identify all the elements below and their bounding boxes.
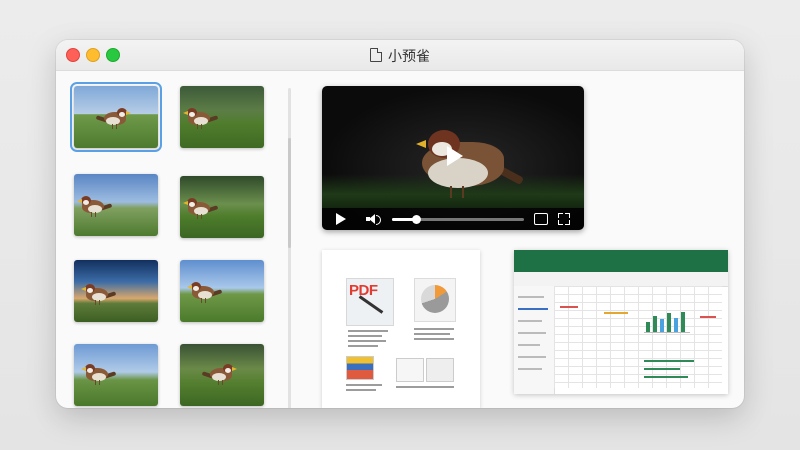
play-overlay-icon[interactable] bbox=[447, 146, 463, 166]
pdf-icon: PDF bbox=[346, 278, 394, 326]
play-icon[interactable] bbox=[336, 213, 346, 225]
preview-window: 小预雀 PDF bbox=[56, 40, 744, 408]
fullscreen-icon[interactable] bbox=[558, 213, 570, 225]
thumbnail-7[interactable] bbox=[74, 344, 158, 406]
sidebar-scrollbar[interactable] bbox=[288, 88, 291, 408]
pdf-document-preview[interactable]: PDF bbox=[322, 250, 480, 408]
spreadsheet-grid bbox=[554, 286, 722, 388]
thumbnail-4[interactable] bbox=[180, 176, 264, 238]
window-title: 小预雀 bbox=[56, 46, 744, 66]
thumbnail-5[interactable] bbox=[74, 260, 158, 322]
video-controls bbox=[322, 208, 584, 230]
subtitles-icon[interactable] bbox=[534, 213, 548, 225]
progress-handle[interactable] bbox=[411, 215, 421, 224]
spreadsheet-preview[interactable] bbox=[514, 250, 728, 394]
document-icon bbox=[370, 48, 382, 62]
spreadsheet-chart bbox=[644, 310, 690, 333]
document-image bbox=[396, 358, 424, 382]
title-bar: 小预雀 bbox=[56, 40, 744, 71]
window-title-text: 小预雀 bbox=[388, 48, 430, 64]
thumbnail-1[interactable] bbox=[70, 82, 162, 152]
progress-bar[interactable] bbox=[392, 215, 524, 224]
thumbnail-3[interactable] bbox=[74, 174, 158, 236]
spreadsheet-ribbon bbox=[514, 272, 728, 287]
document-image bbox=[346, 356, 374, 380]
thumbnail-6[interactable] bbox=[180, 260, 264, 322]
volume-icon[interactable] bbox=[366, 214, 381, 225]
document-image bbox=[426, 358, 454, 382]
spreadsheet-title-bar bbox=[514, 250, 728, 272]
scrollbar-thumb[interactable] bbox=[288, 138, 291, 248]
pie-chart-icon bbox=[414, 278, 456, 322]
spreadsheet-sidebar bbox=[514, 286, 555, 394]
thumbnail-8[interactable] bbox=[180, 344, 264, 406]
thumbnail-2[interactable] bbox=[180, 86, 264, 148]
video-player[interactable] bbox=[322, 86, 584, 230]
